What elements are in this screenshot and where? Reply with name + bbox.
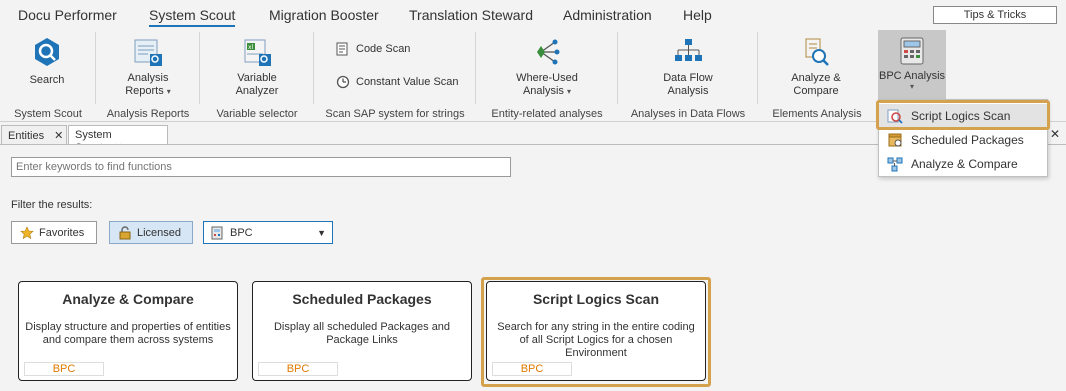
card-tag: BPC xyxy=(258,362,338,376)
ribbon-group-elements: Analyze & Compare Elements Analysis xyxy=(758,30,876,122)
function-search-input[interactable] xyxy=(11,157,511,177)
data-flow-analysis-button[interactable]: Data Flow Analysis xyxy=(658,36,718,98)
menu-administration[interactable]: Administration xyxy=(563,7,652,23)
analyze-compare-icon xyxy=(805,38,829,66)
tab-system-scout[interactable]: System Scout✕ xyxy=(68,125,168,154)
card-script-logics-scan[interactable]: Script Logics Scan Search for any string… xyxy=(486,281,706,381)
card-title: Script Logics Scan xyxy=(532,291,660,307)
chevron-down-icon: ▾ xyxy=(166,87,171,96)
menu-system-scout[interactable]: System Scout xyxy=(149,7,236,27)
menu-highlight xyxy=(876,100,1050,130)
analyze-compare-label-1: Analyze & xyxy=(791,72,841,84)
data-flow-icon xyxy=(675,39,702,61)
variable-analyzer-icon: xl xyxy=(244,39,271,66)
ribbon-group-data-flows: Data Flow Analysis Analyses in Data Flow… xyxy=(618,30,758,122)
card-description: Search for any string in the entire codi… xyxy=(497,321,695,359)
filter-label: Filter the results: xyxy=(11,199,93,211)
constant-value-icon xyxy=(336,75,350,89)
ribbon-group-analysis-reports: Analysis Reports ▾ Analysis Reports xyxy=(96,30,200,122)
card-description: Display all scheduled Packages and Packa… xyxy=(273,321,451,346)
card-title: Analyze & Compare xyxy=(62,291,194,307)
compare-icon xyxy=(887,157,903,172)
menu-item-scheduled-packages[interactable]: Scheduled Packages xyxy=(879,128,1047,152)
group-label-system-scout: System Scout xyxy=(14,108,82,120)
card-description: Display structure and properties of enti… xyxy=(25,321,231,346)
menu-docu-performer[interactable]: Docu Performer xyxy=(18,7,117,23)
close-icon[interactable]: ✕ xyxy=(54,130,63,142)
group-label-variable-selector: Variable selector xyxy=(216,108,298,120)
module-filter-value: BPC xyxy=(230,226,253,239)
card-analyze-compare[interactable]: Analyze & Compare Display structure and … xyxy=(18,281,238,381)
where-used-icon xyxy=(537,39,560,65)
group-label-elements: Elements Analysis xyxy=(772,108,862,120)
variable-analyzer-button[interactable]: xl Variable Analyzer xyxy=(227,36,287,98)
analysis-reports-label-2: Reports xyxy=(125,85,164,97)
bpc-calculator-icon xyxy=(900,37,924,65)
code-scan-icon xyxy=(336,42,348,56)
analyze-compare-button[interactable]: Analyze & Compare xyxy=(786,36,846,98)
analysis-reports-label-1: Analysis xyxy=(127,72,169,84)
ribbon-group-variable-selector: xl Variable Analyzer Variable selector xyxy=(200,30,314,122)
chevron-down-icon: ▼ xyxy=(317,227,326,238)
where-used-label-2: Analysis xyxy=(522,85,564,97)
tab-entities[interactable]: Entities ✕ xyxy=(1,125,67,144)
menu-item-analyze-compare[interactable]: Analyze & Compare xyxy=(879,152,1047,176)
data-flow-label-2: Analysis xyxy=(667,85,709,97)
where-used-label-1: Where-Used xyxy=(516,72,578,84)
bpc-calculator-icon xyxy=(211,226,223,239)
tips-tricks-button[interactable]: Tips & Tricks xyxy=(933,6,1057,24)
content-area: Filter the results: Favorites Licensed B… xyxy=(0,144,1066,391)
ribbon-group-entity-related: Where-Used Analysis ▾ Entity-related ana… xyxy=(476,30,618,122)
close-icon[interactable]: ✕ xyxy=(1050,127,1060,141)
star-icon xyxy=(20,225,34,239)
license-lock-icon xyxy=(119,225,131,239)
bpc-analysis-label: BPC Analysis xyxy=(878,70,946,82)
tab-entities-label: Entities xyxy=(8,130,45,142)
group-label-entity-related: Entity-related analyses xyxy=(491,108,603,120)
card-scheduled-packages[interactable]: Scheduled Packages Display all scheduled… xyxy=(252,281,472,381)
data-flow-label-1: Data Flow xyxy=(663,72,713,84)
search-label: Search xyxy=(29,74,65,86)
card-title: Scheduled Packages xyxy=(292,291,432,307)
package-icon xyxy=(888,133,902,147)
bpc-analysis-button[interactable]: BPC Analysis ▾ xyxy=(878,30,946,100)
code-scan-button[interactable]: Code Scan xyxy=(336,42,410,56)
licensed-label: Licensed xyxy=(137,226,182,239)
constant-value-scan-button[interactable]: Constant Value Scan xyxy=(336,75,459,89)
analysis-reports-button[interactable]: Analysis Reports ▾ xyxy=(118,36,178,98)
group-label-data-flows: Analyses in Data Flows xyxy=(630,108,746,120)
menu-item-label: Analyze & Compare xyxy=(911,157,1018,171)
chevron-down-icon: ▾ xyxy=(909,82,914,91)
code-scan-label: Code Scan xyxy=(356,43,411,55)
analyze-compare-label-2: Compare xyxy=(793,85,839,97)
ribbon-group-system-scout: Search System Scout xyxy=(0,30,96,122)
card-tag: BPC xyxy=(24,362,104,376)
group-label-analysis-reports: Analysis Reports xyxy=(106,108,190,120)
menu-item-label: Scheduled Packages xyxy=(911,133,1024,147)
variable-analyzer-label-1: Variable xyxy=(237,72,277,84)
group-label-scan-sap: Scan SAP system for strings xyxy=(325,108,465,120)
menu-translation-steward[interactable]: Translation Steward xyxy=(409,7,533,23)
menu-migration-booster[interactable]: Migration Booster xyxy=(269,7,379,23)
favorites-label: Favorites xyxy=(39,226,85,239)
favorites-button[interactable]: Favorites xyxy=(11,221,97,244)
ribbon-group-scan-sap: Code Scan Constant Value Scan Scan SAP s… xyxy=(314,30,476,122)
menu-bar: Docu Performer System Scout Migration Bo… xyxy=(0,0,1066,30)
search-button[interactable]: Search xyxy=(22,36,72,87)
search-icon xyxy=(35,38,59,66)
menu-help[interactable]: Help xyxy=(683,7,712,23)
constant-value-scan-label: Constant Value Scan xyxy=(356,76,459,88)
chevron-down-icon: ▾ xyxy=(567,87,572,96)
svg-text:xl: xl xyxy=(248,44,254,51)
where-used-analysis-button[interactable]: Where-Used Analysis ▾ xyxy=(514,36,580,98)
module-filter-select[interactable]: BPC ▼ xyxy=(203,221,333,244)
licensed-button[interactable]: Licensed xyxy=(109,221,193,244)
card-tag: BPC xyxy=(492,362,572,376)
report-icon xyxy=(134,39,162,66)
variable-analyzer-label-2: Analyzer xyxy=(235,85,279,97)
